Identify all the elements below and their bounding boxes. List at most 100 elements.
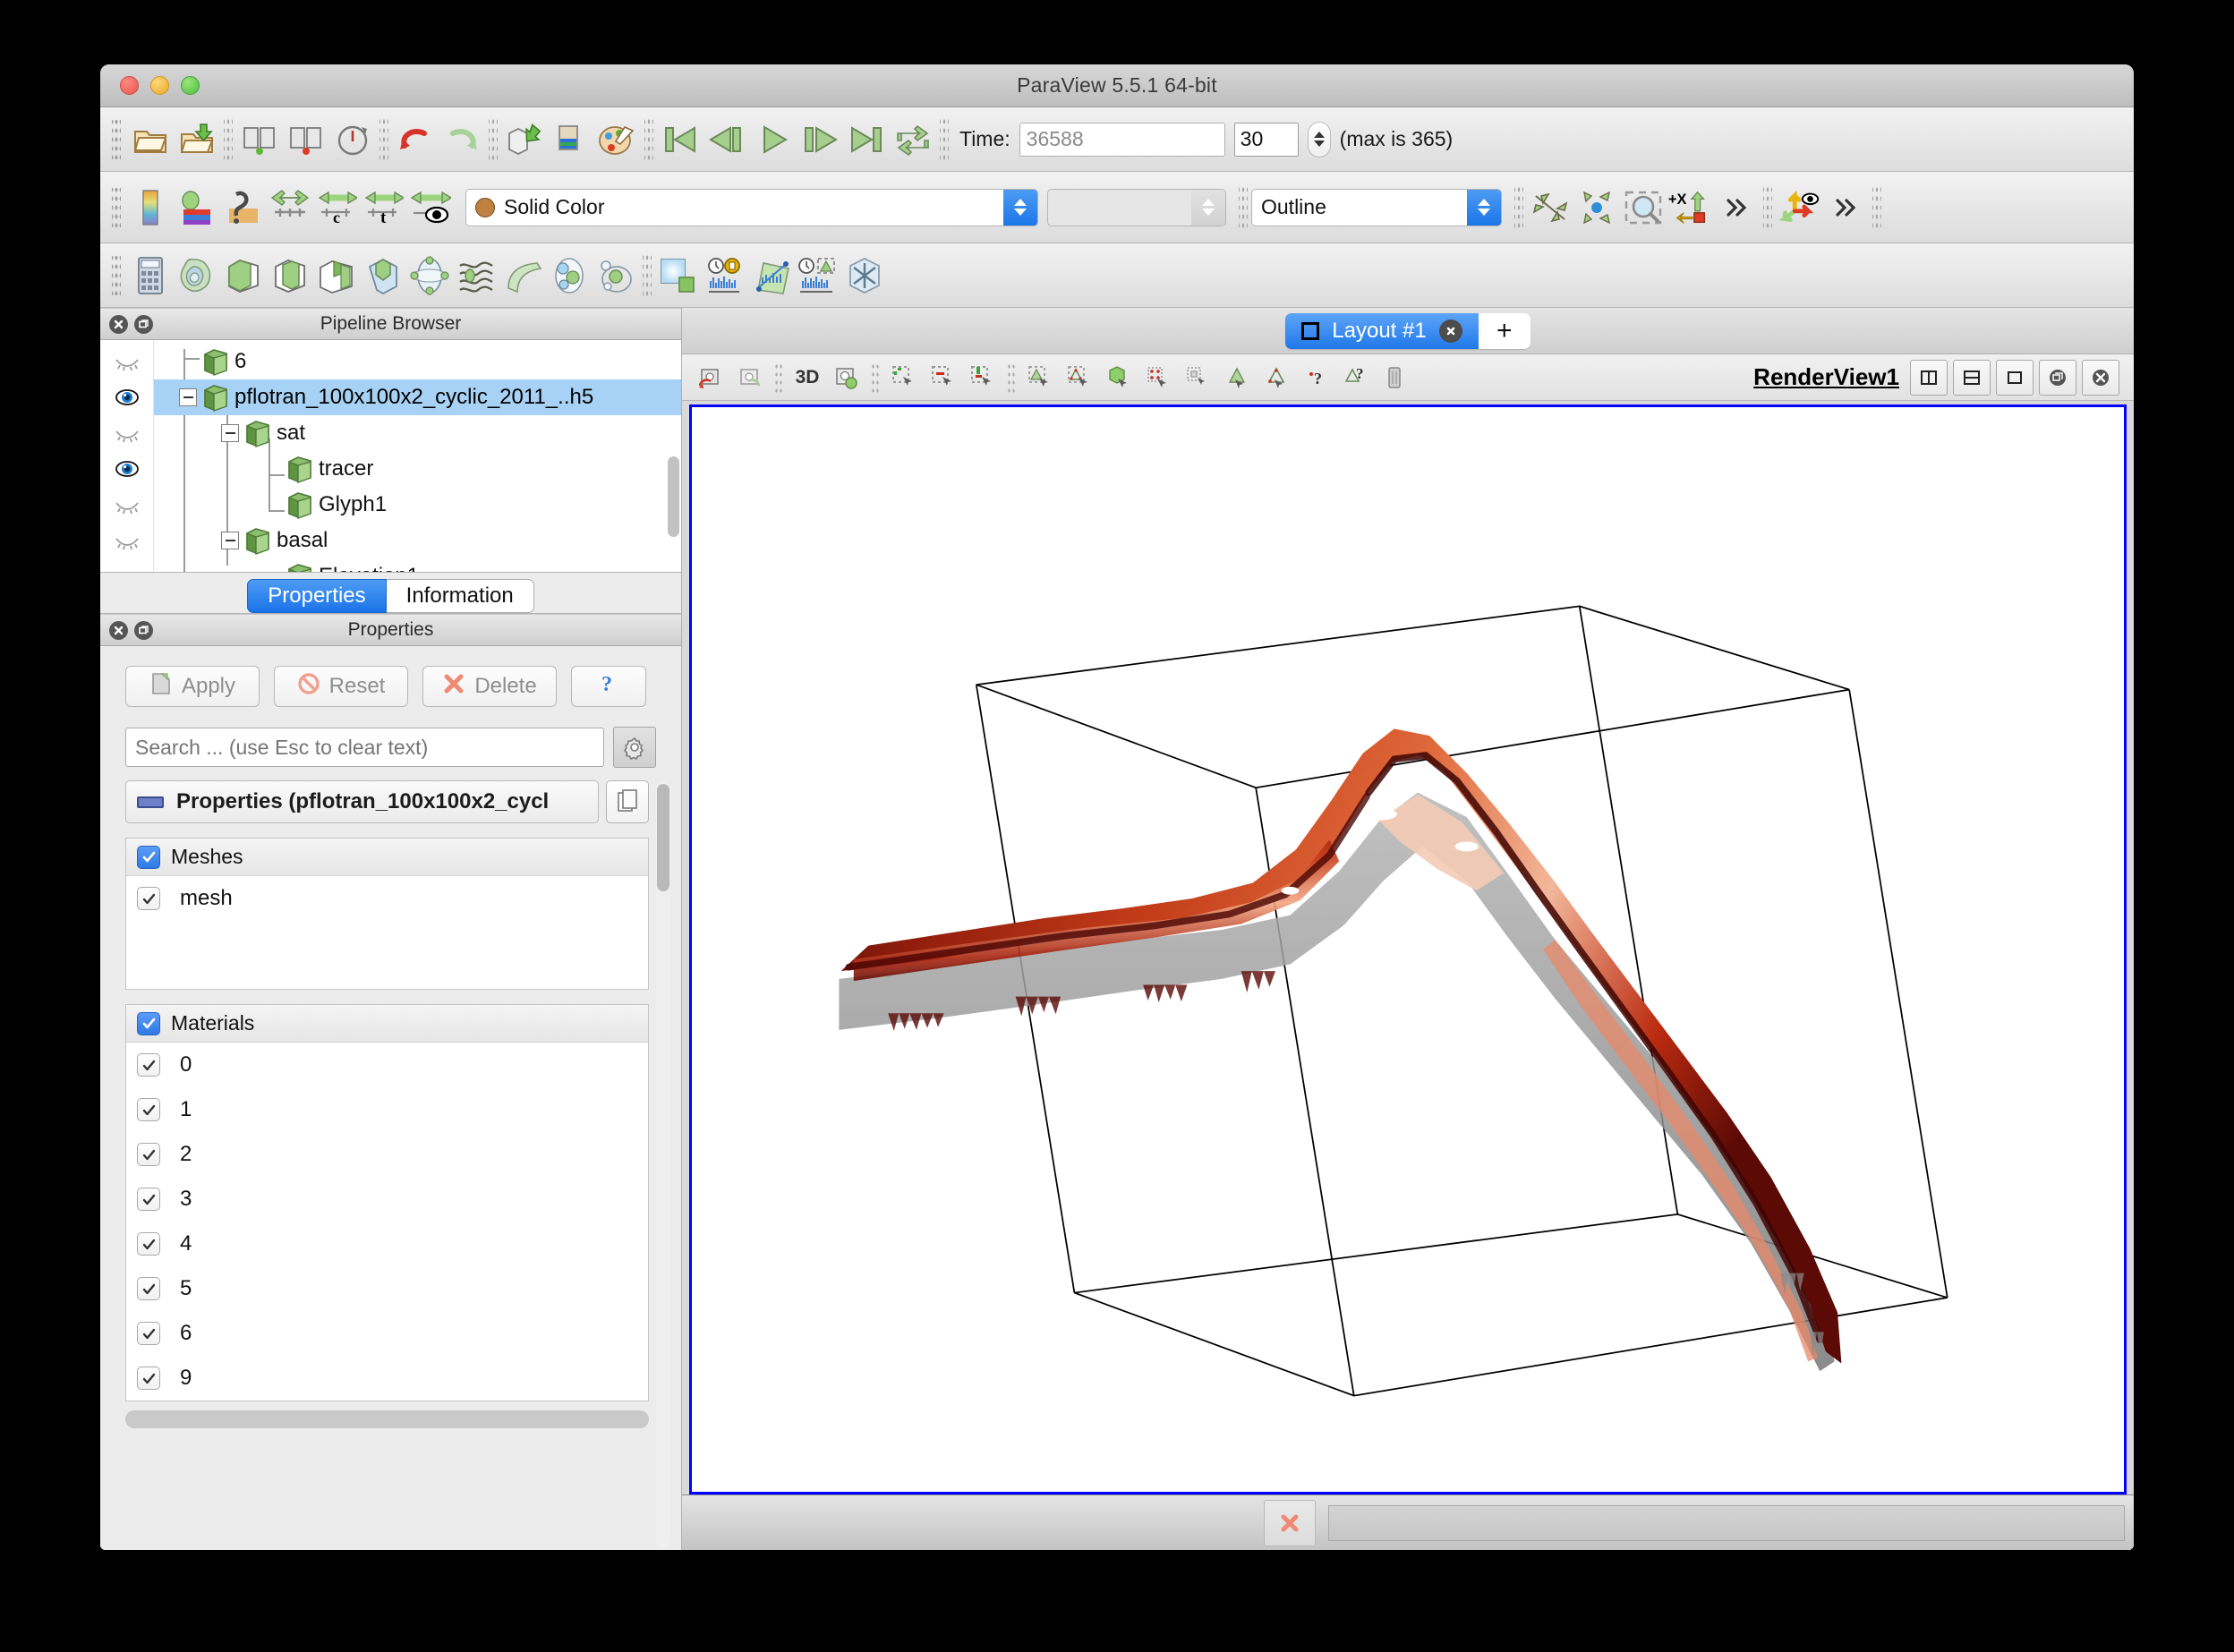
threshold-icon[interactable]: [313, 252, 360, 299]
visibility-off-icon[interactable]: [100, 415, 153, 451]
visibility-off-icon[interactable]: [100, 523, 153, 558]
calculator-icon[interactable]: [127, 252, 174, 299]
list-item[interactable]: 6: [126, 1311, 648, 1356]
axes-icon[interactable]: [841, 252, 888, 299]
rescale-visible-icon[interactable]: [406, 184, 453, 231]
list-item[interactable]: 4: [126, 1222, 648, 1266]
material-checkbox[interactable]: [137, 1143, 160, 1166]
save-screenshot-icon[interactable]: [548, 116, 594, 163]
zoom-to-data-icon[interactable]: [1573, 184, 1620, 231]
toolbar-grip[interactable]: [112, 119, 121, 159]
toolbar-grip[interactable]: [112, 255, 121, 295]
warp-icon[interactable]: [499, 252, 546, 299]
next-frame-icon[interactable]: [797, 116, 843, 163]
axes-visibility-icon[interactable]: [1776, 184, 1822, 231]
reset-camera-icon[interactable]: [1527, 184, 1573, 231]
split-vertical-icon[interactable]: [1953, 359, 1991, 396]
rescale-temporal-icon[interactable]: t: [360, 184, 406, 231]
glyph-icon[interactable]: [406, 252, 453, 299]
camera-link-icon[interactable]: [827, 359, 866, 396]
open-file-icon[interactable]: [127, 116, 174, 163]
material-checkbox[interactable]: [137, 1322, 160, 1345]
pipeline-item-pflotran-100x100x2-cyclic-2011-h5[interactable]: pflotran_100x100x2_cyclic_2011_..h5: [154, 379, 681, 415]
select-cells-on-icon[interactable]: [884, 359, 924, 396]
pipeline-item-glyph1[interactable]: Glyph1: [154, 487, 681, 523]
gear-icon[interactable]: [613, 727, 656, 768]
list-item[interactable]: 9: [126, 1356, 648, 1401]
maximize-view-icon[interactable]: [1996, 359, 2034, 396]
play-icon[interactable]: [750, 116, 797, 163]
edit-color-map-icon[interactable]: [594, 116, 641, 163]
redo-icon[interactable]: [439, 116, 485, 163]
tree-expander-icon[interactable]: [179, 388, 197, 406]
properties-group-header[interactable]: Properties (pflotran_100x100x2_cycl: [125, 780, 599, 823]
split-horizontal-icon[interactable]: [1910, 359, 1948, 396]
undock-view-icon[interactable]: [2039, 359, 2076, 396]
material-checkbox[interactable]: [137, 1098, 160, 1121]
material-checkbox[interactable]: [137, 1367, 160, 1390]
list-item[interactable]: 5: [126, 1266, 648, 1311]
visibility-on-icon[interactable]: [100, 451, 153, 487]
zoom-to-box-icon[interactable]: [1620, 184, 1667, 231]
render-view[interactable]: [689, 404, 2127, 1494]
undo-icon[interactable]: [392, 116, 439, 163]
pipeline-item-sat[interactable]: sat: [154, 415, 681, 451]
material-checkbox[interactable]: [137, 1232, 160, 1256]
visibility-off-icon[interactable]: [100, 558, 153, 572]
close-tab-icon[interactable]: [1438, 319, 1462, 343]
toolbar-grip[interactable]: [112, 187, 121, 227]
render-canvas[interactable]: [692, 407, 2124, 1492]
list-item[interactable]: mesh: [126, 876, 648, 921]
first-frame-icon[interactable]: [657, 116, 703, 163]
plot-selection-over-time-icon[interactable]: [702, 252, 748, 299]
close-view-icon[interactable]: [2082, 359, 2119, 396]
time-input[interactable]: [1019, 122, 1225, 157]
frame-stepper[interactable]: [1307, 121, 1331, 158]
close-dock-icon[interactable]: [109, 620, 128, 640]
float-dock-icon[interactable]: [134, 314, 153, 334]
pipeline-item-basal[interactable]: basal: [154, 523, 681, 558]
group-datasets-icon[interactable]: [546, 252, 593, 299]
clip-icon[interactable]: [220, 252, 267, 299]
material-checkbox[interactable]: [137, 1277, 160, 1300]
rescale-custom-icon[interactable]: [220, 184, 267, 231]
frame-index-input[interactable]: [1233, 122, 1299, 157]
component-arrow[interactable]: [1191, 189, 1225, 226]
representation-arrow[interactable]: [1467, 189, 1501, 226]
last-frame-icon[interactable]: [843, 116, 890, 163]
color-by-arrow[interactable]: [1003, 189, 1037, 226]
interactive-select-cells-icon[interactable]: [1178, 359, 1217, 396]
disconnect-server-icon[interactable]: [283, 116, 329, 163]
search-input[interactable]: [125, 728, 604, 767]
materials-checkbox[interactable]: [137, 1011, 160, 1035]
pipeline-item-6[interactable]: 6: [154, 344, 681, 379]
pipeline-item-tracer[interactable]: tracer: [154, 451, 681, 487]
rescale-over-time-icon[interactable]: c: [313, 184, 360, 231]
previous-frame-icon[interactable]: [703, 116, 750, 163]
open-recent-icon[interactable]: [174, 116, 220, 163]
undo-camera-icon[interactable]: [501, 116, 548, 163]
meshes-checkbox[interactable]: [137, 845, 160, 869]
interactive-select-points-icon[interactable]: [1217, 359, 1257, 396]
slice-icon[interactable]: [267, 252, 313, 299]
toggle-3d-icon[interactable]: 3D: [788, 359, 827, 396]
set-view-plus-x-icon[interactable]: +X: [1667, 184, 1713, 231]
rescale-to-data-icon[interactable]: [174, 184, 220, 231]
select-cells-through-icon[interactable]: [963, 359, 1002, 396]
layout-tab[interactable]: Layout #1: [1285, 312, 1479, 349]
plot-selection-icon[interactable]: ?: [1296, 359, 1335, 396]
tab-properties[interactable]: Properties: [247, 579, 387, 613]
material-checkbox[interactable]: [137, 1053, 160, 1077]
render-view-name[interactable]: RenderView1: [1753, 363, 1910, 391]
clear-selection-icon[interactable]: [1375, 359, 1414, 396]
list-item[interactable]: 0: [126, 1043, 648, 1087]
select-points-through-icon[interactable]: [1020, 359, 1060, 396]
color-legend-icon[interactable]: [127, 184, 174, 231]
undo-camera-icon[interactable]: [691, 359, 730, 396]
properties-horizontal-scrollbar[interactable]: [125, 1410, 649, 1428]
hover-cells-icon[interactable]: [1099, 359, 1138, 396]
pipeline-browser[interactable]: 6 pflotran_100x100x2_cyclic_2011_..h5 sat t…: [100, 340, 681, 573]
float-dock-icon[interactable]: [134, 620, 153, 640]
color-by-combo[interactable]: Solid Color: [465, 188, 1038, 226]
list-item[interactable]: 1: [126, 1087, 648, 1132]
